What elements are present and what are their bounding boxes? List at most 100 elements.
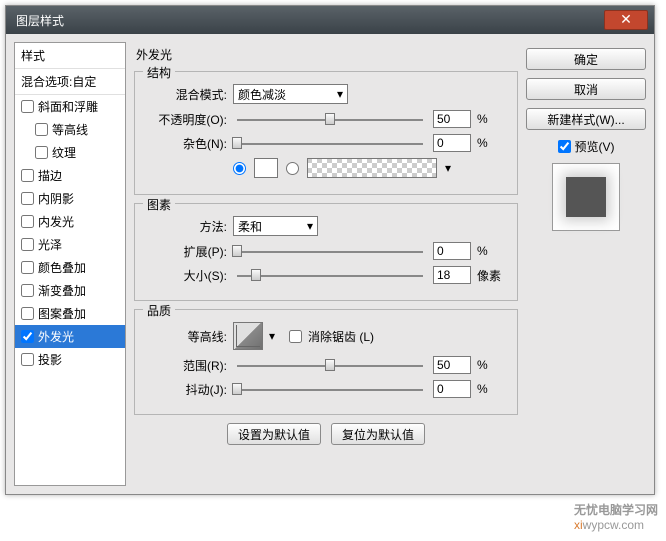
- jitter-slider[interactable]: [237, 382, 423, 396]
- dropdown-icon[interactable]: ▾: [445, 161, 451, 175]
- sidebar-checkbox[interactable]: [21, 192, 34, 205]
- sidebar-styles-header[interactable]: 样式: [15, 43, 125, 69]
- sidebar-item-7[interactable]: 颜色叠加: [15, 256, 125, 279]
- noise-slider[interactable]: [237, 136, 423, 150]
- sidebar-checkbox[interactable]: [21, 169, 34, 182]
- structure-group: 结构 混合模式: 颜色减淡 ▾ 不透明度(O): % 杂色(N):: [134, 71, 518, 195]
- preview-label: 预览(V): [575, 138, 615, 155]
- preview-box: [552, 163, 620, 231]
- spread-label: 扩展(P):: [145, 243, 227, 260]
- opacity-slider[interactable]: [237, 112, 423, 126]
- spread-unit: %: [477, 244, 507, 258]
- dialog-window: 图层样式 ✕ 样式 混合选项:自定 斜面和浮雕等高线纹理描边内阴影内发光光泽颜色…: [5, 5, 655, 495]
- noise-label: 杂色(N):: [145, 135, 227, 152]
- technique-label: 方法:: [145, 218, 227, 235]
- reset-default-button[interactable]: 复位为默认值: [331, 423, 425, 445]
- set-default-button[interactable]: 设置为默认值: [227, 423, 321, 445]
- sidebar-item-label: 描边: [38, 167, 62, 184]
- sidebar-checkbox[interactable]: [21, 261, 34, 274]
- antialias-checkbox[interactable]: [289, 330, 302, 343]
- sidebar-item-label: 投影: [38, 351, 62, 368]
- sidebar-item-6[interactable]: 光泽: [15, 233, 125, 256]
- antialias-label: 消除锯齿 (L): [308, 328, 374, 345]
- dropdown-icon: ▾: [337, 87, 343, 101]
- preview-swatch: [566, 177, 606, 217]
- range-slider[interactable]: [237, 358, 423, 372]
- sidebar-item-9[interactable]: 图案叠加: [15, 302, 125, 325]
- noise-unit: %: [477, 136, 507, 150]
- sidebar-item-label: 等高线: [52, 121, 88, 138]
- technique-value: 柔和: [238, 218, 262, 235]
- blend-mode-value: 颜色减淡: [238, 86, 286, 103]
- sidebar-item-label: 外发光: [38, 328, 74, 345]
- sidebar-item-4[interactable]: 内阴影: [15, 187, 125, 210]
- close-button[interactable]: ✕: [604, 10, 648, 30]
- titlebar[interactable]: 图层样式 ✕: [6, 6, 654, 34]
- new-style-button[interactable]: 新建样式(W)...: [526, 108, 646, 130]
- size-slider[interactable]: [237, 268, 423, 282]
- window-title: 图层样式: [16, 12, 64, 29]
- spread-slider[interactable]: [237, 244, 423, 258]
- sidebar-item-8[interactable]: 渐变叠加: [15, 279, 125, 302]
- section-title: 外发光: [134, 42, 518, 63]
- opacity-unit: %: [477, 112, 507, 126]
- range-label: 范围(R):: [145, 357, 227, 374]
- sidebar-item-3[interactable]: 描边: [15, 164, 125, 187]
- size-label: 大小(S):: [145, 267, 227, 284]
- contour-picker[interactable]: [233, 322, 263, 350]
- right-column: 确定 取消 新建样式(W)... 预览(V): [526, 42, 646, 486]
- blend-mode-select[interactable]: 颜色减淡 ▾: [233, 84, 348, 104]
- sidebar-item-1[interactable]: 等高线: [15, 118, 125, 141]
- sidebar-checkbox[interactable]: [21, 100, 34, 113]
- opacity-label: 不透明度(O):: [145, 111, 227, 128]
- quality-group: 品质 等高线: ▾ 消除锯齿 (L) 范围(R): % 抖动(J):: [134, 309, 518, 415]
- dropdown-icon: ▾: [307, 219, 313, 233]
- structure-legend: 结构: [143, 64, 175, 81]
- cancel-button[interactable]: 取消: [526, 78, 646, 100]
- sidebar-item-label: 光泽: [38, 236, 62, 253]
- range-unit: %: [477, 358, 507, 372]
- sidebar-blend-options[interactable]: 混合选项:自定: [15, 69, 125, 95]
- elements-legend: 图素: [143, 196, 175, 213]
- jitter-input[interactable]: [433, 380, 471, 398]
- sidebar-item-label: 内发光: [38, 213, 74, 230]
- sidebar-item-label: 纹理: [52, 144, 76, 161]
- sidebar-item-10[interactable]: 外发光: [15, 325, 125, 348]
- sidebar-checkbox[interactable]: [21, 330, 34, 343]
- technique-select[interactable]: 柔和 ▾: [233, 216, 318, 236]
- sidebar-checkbox[interactable]: [35, 123, 48, 136]
- sidebar-item-11[interactable]: 投影: [15, 348, 125, 371]
- glow-color-radio[interactable]: [233, 162, 246, 175]
- sidebar-item-0[interactable]: 斜面和浮雕: [15, 95, 125, 118]
- size-input[interactable]: [433, 266, 471, 284]
- dropdown-icon[interactable]: ▾: [269, 329, 275, 343]
- sidebar-item-label: 颜色叠加: [38, 259, 86, 276]
- main-panel: 外发光 结构 混合模式: 颜色减淡 ▾ 不透明度(O): %: [134, 42, 518, 486]
- sidebar-checkbox[interactable]: [21, 215, 34, 228]
- spread-input[interactable]: [433, 242, 471, 260]
- sidebar-item-label: 渐变叠加: [38, 282, 86, 299]
- size-unit: 像素: [477, 267, 507, 284]
- preview-checkbox[interactable]: [558, 140, 571, 153]
- sidebar-checkbox[interactable]: [21, 284, 34, 297]
- jitter-unit: %: [477, 382, 507, 396]
- blend-mode-label: 混合模式:: [145, 86, 227, 103]
- sidebar-item-5[interactable]: 内发光: [15, 210, 125, 233]
- sidebar-item-label: 图案叠加: [38, 305, 86, 322]
- noise-input[interactable]: [433, 134, 471, 152]
- sidebar-item-2[interactable]: 纹理: [15, 141, 125, 164]
- sidebar-item-label: 斜面和浮雕: [38, 98, 98, 115]
- glow-gradient-swatch[interactable]: [307, 158, 437, 178]
- opacity-input[interactable]: [433, 110, 471, 128]
- glow-gradient-radio[interactable]: [286, 162, 299, 175]
- elements-group: 图素 方法: 柔和 ▾ 扩展(P): % 大小(S):: [134, 203, 518, 301]
- sidebar-checkbox[interactable]: [21, 307, 34, 320]
- sidebar-checkbox[interactable]: [21, 238, 34, 251]
- range-input[interactable]: [433, 356, 471, 374]
- ok-button[interactable]: 确定: [526, 48, 646, 70]
- quality-legend: 品质: [143, 302, 175, 319]
- watermark: 无忧电脑学习网 xiwypcw.com: [574, 501, 658, 532]
- sidebar-checkbox[interactable]: [35, 146, 48, 159]
- sidebar-checkbox[interactable]: [21, 353, 34, 366]
- glow-color-swatch[interactable]: [254, 158, 278, 178]
